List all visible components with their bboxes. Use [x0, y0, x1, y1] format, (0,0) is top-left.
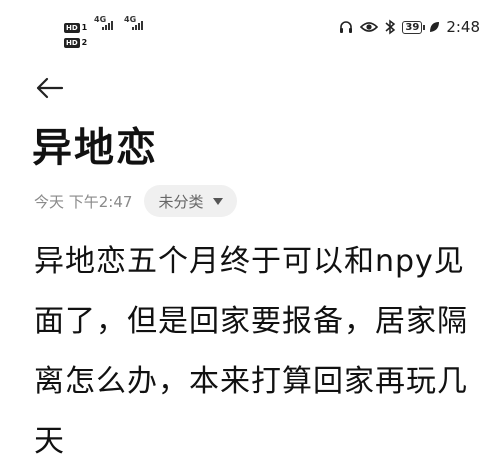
dropdown-caret-icon [213, 197, 224, 205]
signal-bars-1-icon [102, 21, 113, 30]
hd-badge-2: HD [64, 38, 80, 48]
clock: 2:48 [446, 18, 480, 36]
eye-icon [360, 22, 379, 32]
bluetooth-icon [385, 19, 396, 35]
sim-2-number: 2 [81, 38, 88, 47]
headphones-icon [340, 21, 353, 33]
back-arrow-icon [36, 77, 64, 99]
note-meta: 今天 下午2:47 未分类 [34, 184, 238, 218]
note-date: 今天 下午2:47 [34, 192, 133, 211]
note-title[interactable]: 异地恋 [32, 124, 158, 172]
note-body[interactable]: 异地恋五个月终于可以和npy见面了，但是回家要报备，居家隔离怎么办，本来打算回家… [34, 232, 474, 472]
signal-bars-2-icon [132, 21, 143, 30]
back-button[interactable] [32, 70, 68, 106]
status-bar: HD 1 HD 2 4G 4G 39 2:48 [0, 0, 500, 56]
category-label: 未分类 [158, 192, 204, 211]
battery-icon: 39 [402, 20, 426, 34]
category-dropdown[interactable]: 未分类 [144, 185, 238, 217]
status-icons: 39 2:48 [338, 18, 480, 36]
leaf-icon [430, 22, 440, 32]
